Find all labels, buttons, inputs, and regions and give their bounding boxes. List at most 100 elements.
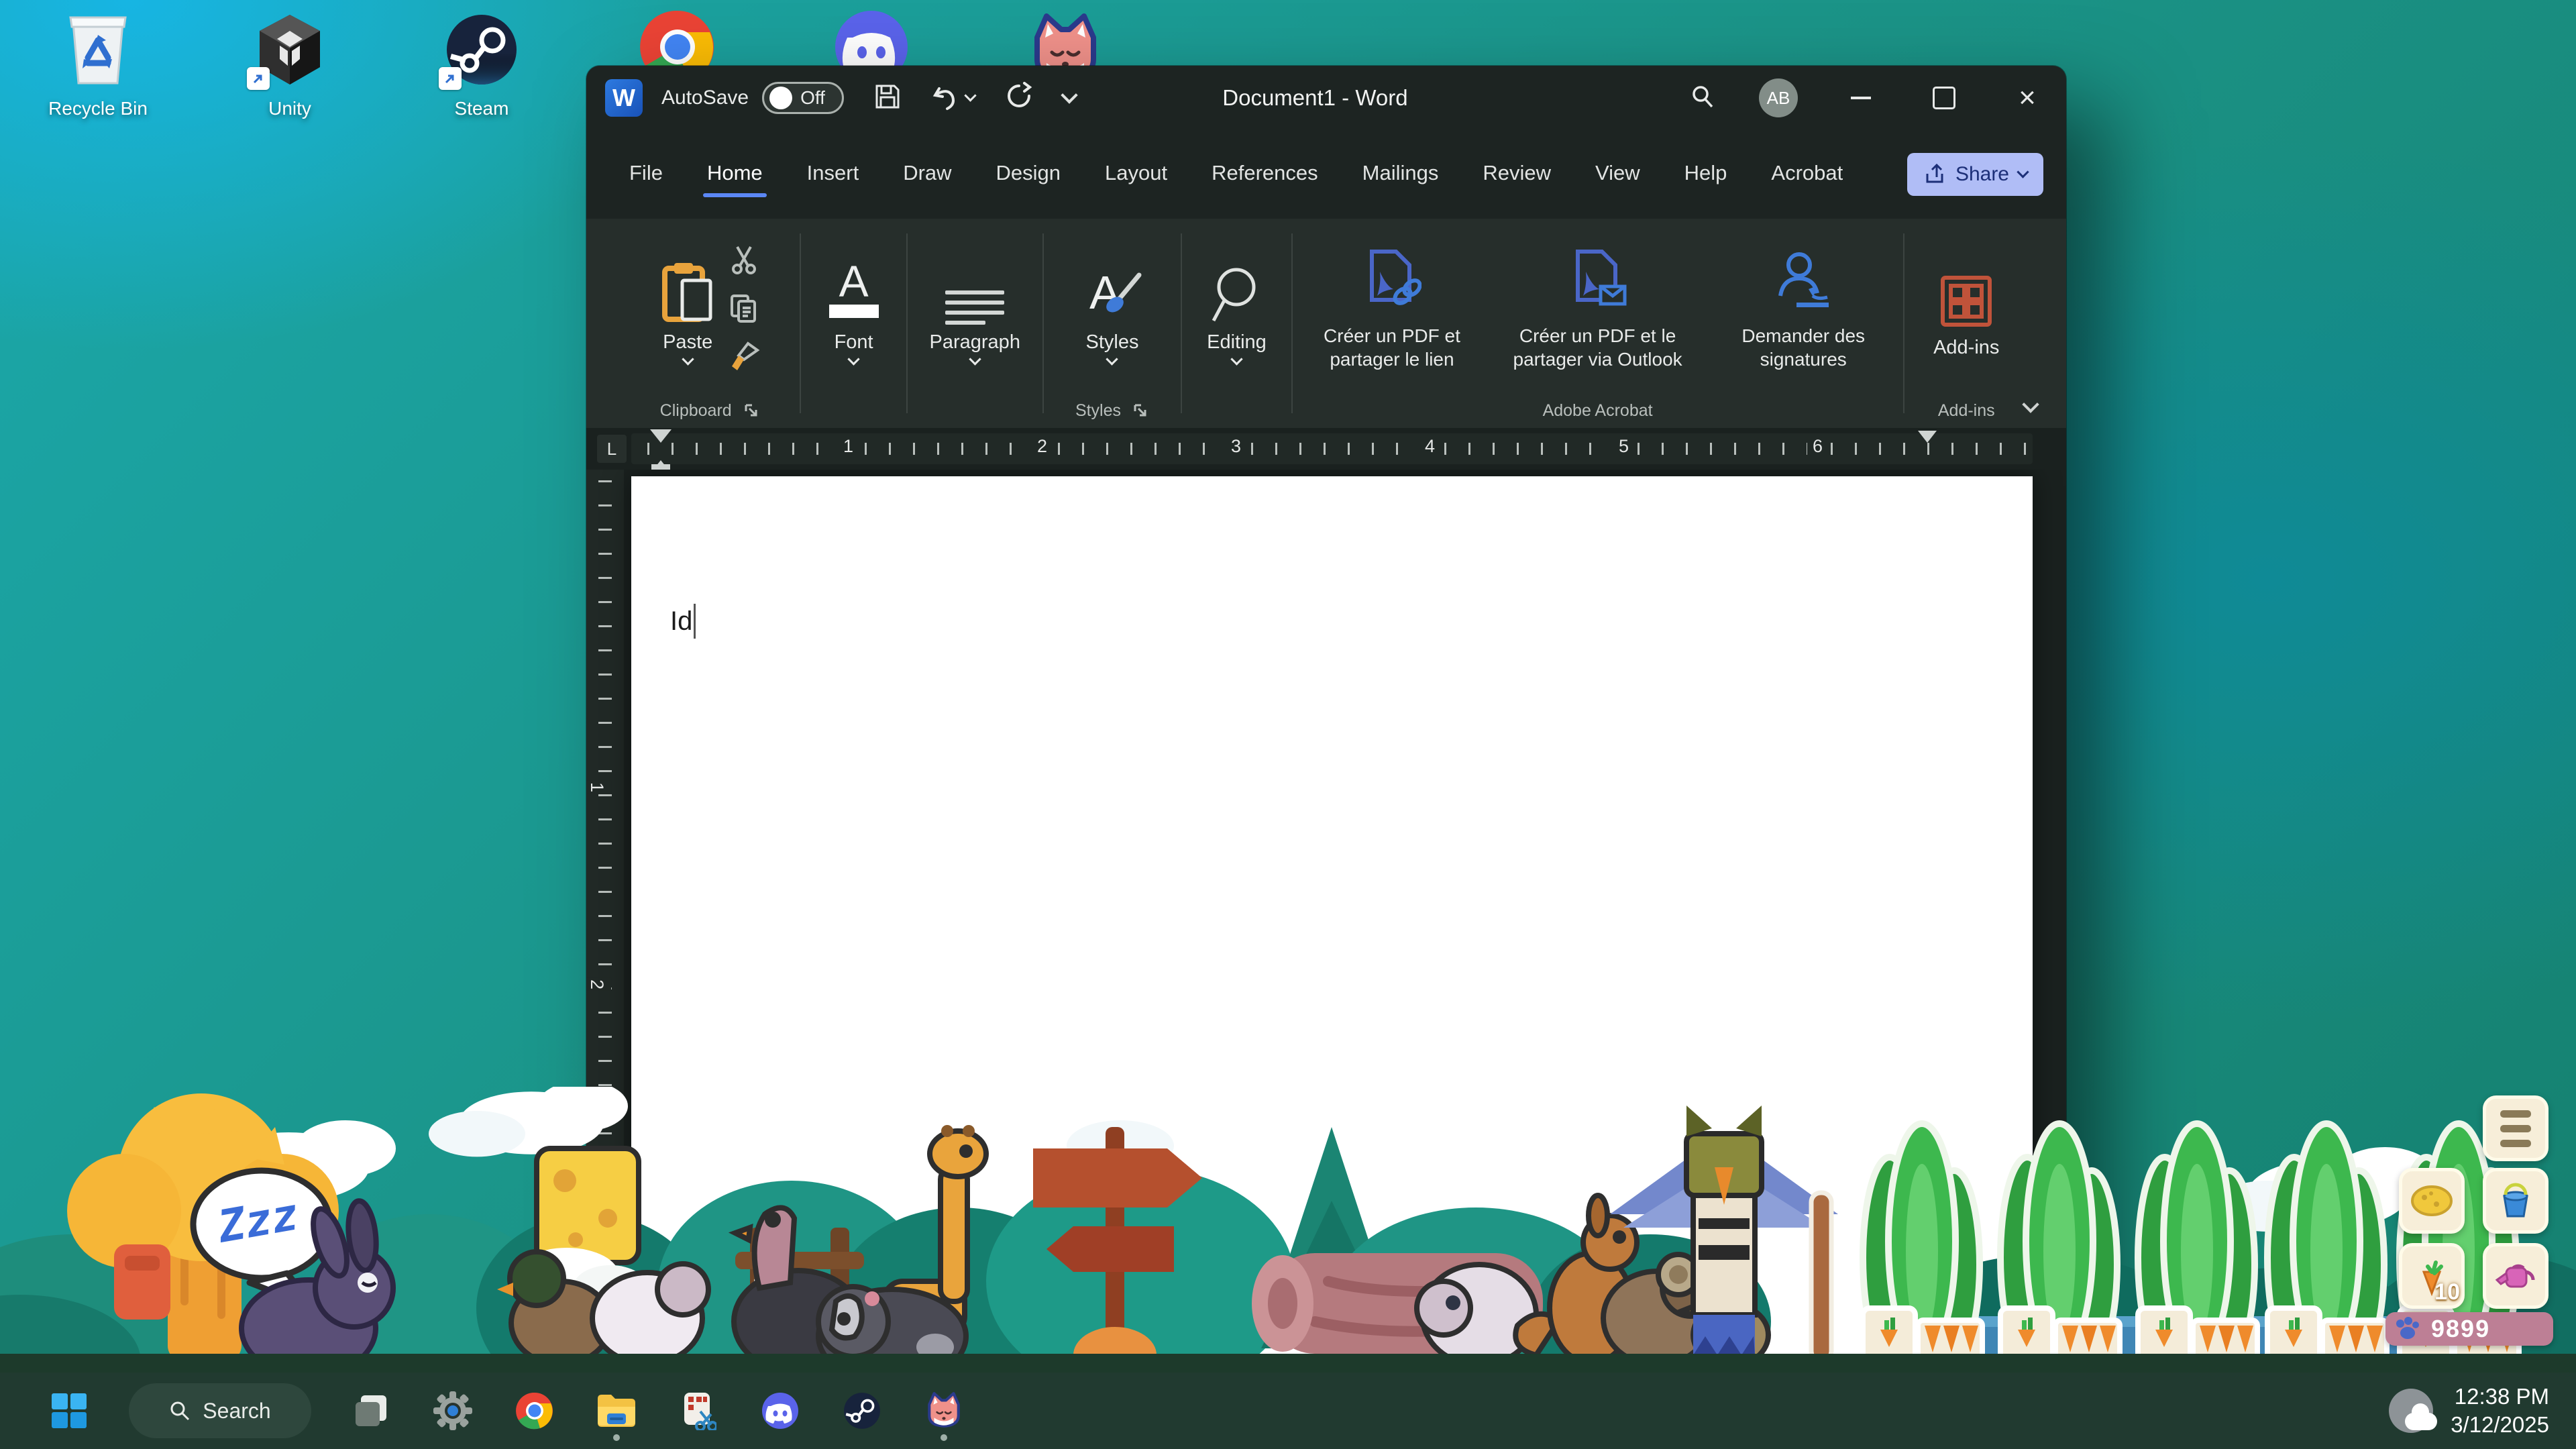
document-text[interactable]: Id — [670, 604, 696, 639]
adobe-acrobat-group: Créer un PDF et partager le lien Créer u… — [1297, 219, 1899, 428]
horizontal-ruler[interactable]: 1 2 3 4 5 6 — [631, 433, 2033, 464]
close-button[interactable]: × — [2007, 78, 2047, 118]
steam-taskbar-icon[interactable] — [840, 1389, 884, 1433]
ruler-number: 2 — [1032, 436, 1053, 457]
taskbar-clock[interactable]: 12:38 PM 3/12/2025 — [2451, 1383, 2549, 1439]
account-avatar[interactable]: AB — [1759, 78, 1798, 117]
task-view-button[interactable] — [349, 1389, 393, 1433]
editing-group: Editing — [1186, 219, 1287, 428]
styles-group: A Styles Styles — [1048, 219, 1177, 428]
autosave-toggle[interactable]: Off — [762, 82, 844, 114]
autosave-state: Off — [800, 87, 825, 109]
save-button[interactable] — [873, 83, 902, 114]
paragraph-group: Paragraph — [912, 219, 1038, 428]
maximize-button[interactable] — [1924, 78, 1964, 118]
desktop-icon-label: Steam — [455, 98, 509, 119]
font-button[interactable]: A Font — [829, 255, 879, 364]
taskbar: Search — [0, 1373, 2576, 1449]
toggle-knob — [769, 87, 792, 109]
minimize-button[interactable] — [1841, 78, 1881, 118]
format-painter-button[interactable] — [728, 341, 760, 376]
file-explorer-button[interactable] — [594, 1389, 639, 1433]
desktop-icon-steam[interactable]: Steam — [401, 11, 562, 119]
ruler-row: L 1 2 3 4 5 6 — [586, 428, 2066, 470]
styles-icon: A — [1080, 255, 1144, 325]
paragraph-button[interactable]: Paragraph — [930, 255, 1020, 364]
styles-chevron-icon — [1106, 353, 1118, 365]
tab-acrobat[interactable]: Acrobat — [1770, 152, 1844, 197]
redo-button[interactable] — [1004, 82, 1034, 115]
game-watering-can-button[interactable] — [2483, 1243, 2548, 1309]
tab-design[interactable]: Design — [995, 152, 1063, 197]
addins-icon — [1937, 260, 1995, 330]
hamburger-icon — [2500, 1110, 2531, 1147]
game-menu-button[interactable] — [2483, 1095, 2548, 1161]
tab-layout[interactable]: Layout — [1104, 152, 1169, 197]
start-button[interactable] — [47, 1389, 91, 1433]
customize-qat-chevron-icon[interactable] — [1061, 87, 1077, 103]
undo-dropdown-chevron-icon[interactable] — [964, 89, 976, 101]
addins-button[interactable]: Add-ins — [1933, 260, 1999, 359]
taskbar-search[interactable]: Search — [129, 1383, 311, 1438]
paw-count: 9899 — [2431, 1315, 2490, 1343]
share-button[interactable]: Share — [1907, 153, 2043, 196]
create-pdf-share-link-button[interactable]: Créer un PDF et partager le lien — [1297, 248, 1488, 371]
right-indent-marker[interactable] — [1918, 431, 1937, 452]
carrot-count-badge: 10 — [2434, 1279, 2460, 1305]
discord-taskbar-icon[interactable] — [758, 1389, 802, 1433]
fox-game-taskbar-icon[interactable] — [922, 1389, 966, 1433]
unity-icon — [251, 11, 329, 89]
game-bucket-button[interactable] — [2483, 1168, 2548, 1234]
running-indicator — [613, 1434, 620, 1441]
ruler-number: 1 — [586, 781, 611, 794]
tab-home[interactable]: Home — [706, 152, 764, 197]
clipboard-dialog-launcher-icon[interactable] — [743, 402, 760, 419]
ruler-number: 2 — [586, 978, 611, 991]
settings-button[interactable] — [431, 1389, 475, 1433]
paste-button[interactable]: Paste — [659, 255, 716, 364]
ruler-number: 6 — [1807, 436, 1828, 457]
font-icon: A — [829, 255, 879, 325]
styles-button[interactable]: A Styles — [1080, 255, 1144, 364]
cut-button[interactable] — [728, 243, 760, 278]
game-sponge-button[interactable] — [2399, 1168, 2465, 1234]
tab-mailings[interactable]: Mailings — [1361, 152, 1440, 197]
tab-help[interactable]: Help — [1683, 152, 1729, 197]
share-label: Share — [1955, 163, 2009, 186]
undo-button[interactable] — [931, 83, 975, 113]
editing-label: Editing — [1207, 331, 1267, 354]
editing-button[interactable]: Editing — [1207, 255, 1267, 364]
tab-file[interactable]: File — [628, 152, 664, 197]
steam-icon — [443, 11, 521, 89]
tab-insert[interactable]: Insert — [806, 152, 861, 197]
chrome-taskbar-icon[interactable] — [513, 1389, 557, 1433]
desktop-icon-unity[interactable]: Unity — [209, 11, 370, 119]
game-paw-points-bar: 9899 — [2385, 1312, 2553, 1346]
ruler-number: 1 — [838, 436, 859, 457]
snipping-tool-button[interactable] — [676, 1389, 720, 1433]
ruler-number: 4 — [1419, 436, 1440, 457]
word-titlebar[interactable]: W AutoSave Off — [586, 66, 2066, 130]
create-pdf-outlook-button[interactable]: Créer un PDF et le partager via Outlook — [1487, 248, 1707, 371]
copy-button[interactable] — [728, 292, 760, 327]
tab-draw[interactable]: Draw — [902, 152, 953, 197]
game-carrot-button[interactable]: 10 — [2399, 1243, 2465, 1309]
paste-icon — [659, 255, 716, 325]
addins-group: Add-ins Add-ins — [1909, 219, 2025, 428]
request-signatures-button[interactable]: Demander des signatures — [1708, 248, 1899, 371]
search-icon[interactable] — [1689, 83, 1716, 113]
tab-review[interactable]: Review — [1481, 152, 1552, 197]
autosave-label: AutoSave — [661, 87, 749, 109]
paragraph-icon — [945, 255, 1004, 325]
tab-references[interactable]: References — [1210, 152, 1320, 197]
paw-icon — [2392, 1316, 2422, 1342]
styles-dialog-launcher-icon[interactable] — [1132, 402, 1149, 419]
tab-selector[interactable]: L — [597, 435, 627, 463]
tab-view[interactable]: View — [1594, 152, 1642, 197]
desktop-icon-recycle-bin[interactable]: Recycle Bin — [17, 11, 178, 119]
weather-icon[interactable] — [2389, 1389, 2433, 1433]
sponge-icon — [2411, 1185, 2453, 1216]
paragraph-chevron-icon — [969, 353, 981, 365]
create-pdf-outlook-label: Créer un PDF et le partager via Outlook — [1501, 324, 1694, 371]
collapse-ribbon-button[interactable] — [2025, 219, 2066, 428]
